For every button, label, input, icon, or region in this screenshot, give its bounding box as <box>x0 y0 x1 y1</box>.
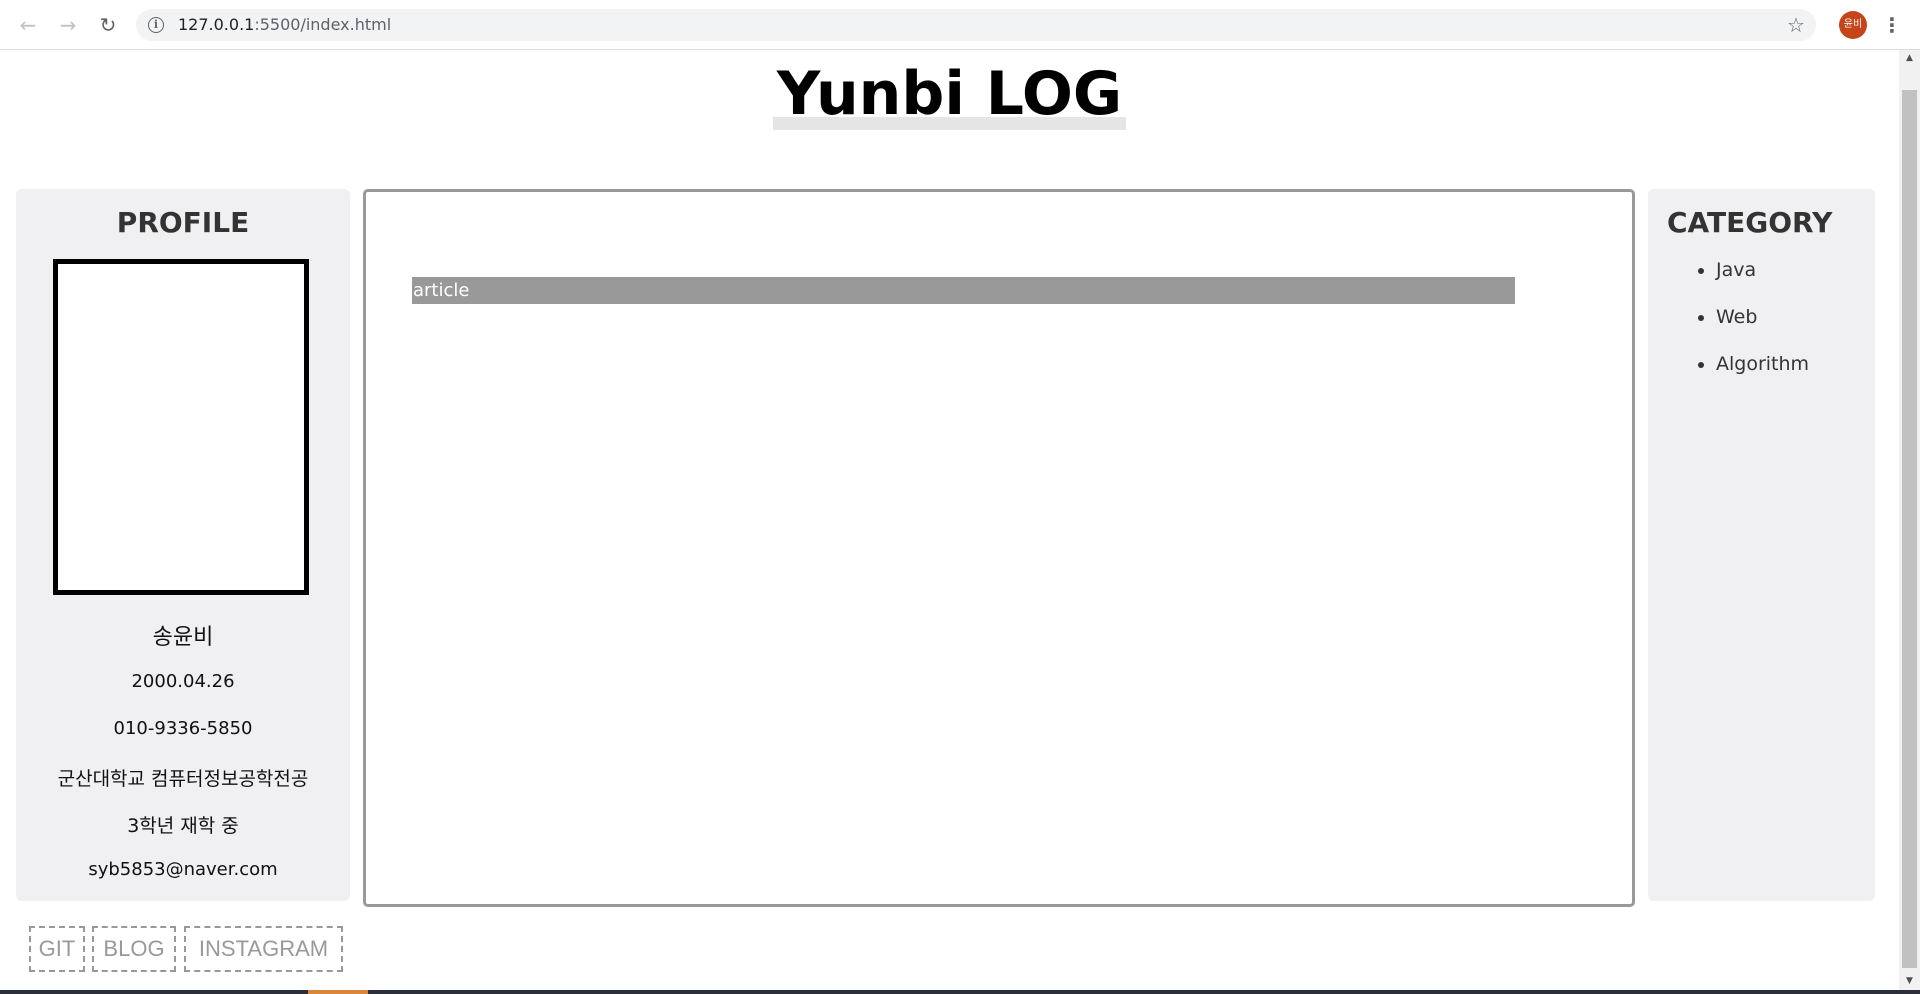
profile-photo <box>53 259 309 595</box>
article-bar: article <box>412 277 1515 304</box>
blog-link[interactable]: BLOG <box>92 926 176 972</box>
page-content: Yunbi LOG PROFILE 송윤비 2000.04.26 010-933… <box>0 50 1899 994</box>
scroll-up-icon[interactable]: ▲ <box>1899 50 1920 67</box>
profile-name: 송윤비 <box>152 625 214 650</box>
scrollbar-thumb[interactable] <box>1902 90 1917 968</box>
profile-phone: 010-9336-5850 <box>113 718 253 739</box>
avatar[interactable]: 윤비 <box>1839 11 1867 39</box>
url-text[interactable]: 127.0.0.1:5500/index.html <box>178 9 391 41</box>
address-bar[interactable]: i 127.0.0.1:5500/index.html ☆ <box>136 9 1816 41</box>
taskbar-strip <box>0 990 1920 994</box>
vertical-scrollbar[interactable]: ▲ ▼ <box>1899 50 1920 990</box>
category-item-java[interactable]: Java <box>1716 258 1809 305</box>
taskbar-active-item[interactable] <box>308 990 368 994</box>
profile-school: 군산대학교 컴퓨터정보공학전공 <box>57 768 309 790</box>
kebab-menu-icon[interactable]: ⋮ <box>1882 11 1902 39</box>
main-content-panel: article <box>363 189 1635 907</box>
url-host: 127.0.0.1 <box>178 15 255 34</box>
scroll-down-icon[interactable]: ▼ <box>1899 973 1920 990</box>
url-path: :5500/index.html <box>254 15 392 34</box>
profile-birthdate: 2000.04.26 <box>131 671 235 692</box>
profile-year: 3학년 재학 중 <box>127 815 239 837</box>
profile-heading: PROFILE <box>116 206 250 239</box>
category-item-web[interactable]: Web <box>1716 305 1809 352</box>
browser-toolbar: ← → ↻ i 127.0.0.1:5500/index.html ☆ 윤비 ⋮ <box>0 0 1920 50</box>
site-title: Yunbi LOG <box>772 58 1127 130</box>
profile-email: syb5853@naver.com <box>88 859 278 880</box>
forward-arrow-icon[interactable]: → <box>54 11 82 39</box>
star-icon[interactable]: ☆ <box>1784 13 1808 37</box>
back-arrow-icon[interactable]: ← <box>14 11 42 39</box>
git-link[interactable]: GIT <box>29 926 85 972</box>
instagram-link[interactable]: INSTAGRAM <box>184 926 343 972</box>
profile-panel: PROFILE 송윤비 2000.04.26 010-9336-5850 군산대… <box>16 189 350 901</box>
site-title-wrapper: Yunbi LOG <box>0 58 1899 130</box>
category-item-algorithm[interactable]: Algorithm <box>1716 352 1809 399</box>
category-list: Java Web Algorithm <box>1688 258 1809 399</box>
info-icon[interactable]: i <box>148 17 164 33</box>
category-panel: CATEGORY Java Web Algorithm <box>1648 189 1875 901</box>
reload-icon[interactable]: ↻ <box>94 11 122 39</box>
category-heading: CATEGORY <box>1667 206 1833 239</box>
